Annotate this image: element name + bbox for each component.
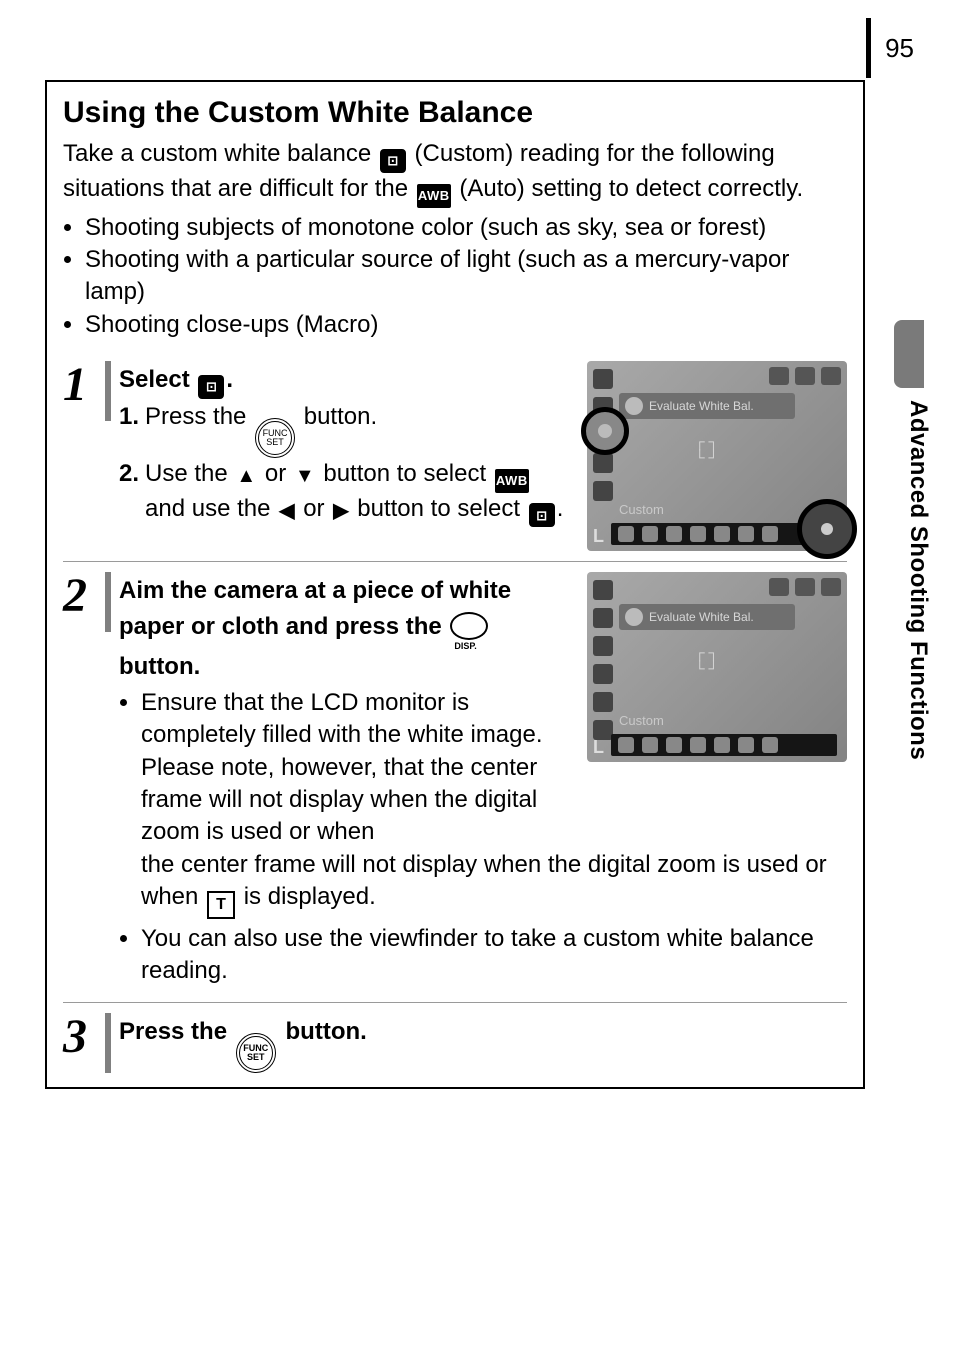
funcset-bottom: SET bbox=[266, 438, 284, 447]
thumb-frame-marks: ┌ ┐ └ ┘ bbox=[695, 433, 719, 465]
thumb-left-icons bbox=[593, 580, 613, 754]
s2b1-a: Ensure that the LCD monitor is completel… bbox=[141, 689, 543, 846]
s1s2-c: button to select bbox=[323, 460, 492, 487]
thumb-title: Evaluate White Bal. bbox=[649, 610, 754, 624]
s1s2-d: and use the bbox=[145, 495, 277, 522]
intro-text: Take a custom white balance ⊡ (Custom) r… bbox=[63, 138, 847, 208]
intro-bullet: Shooting close-ups (Macro) bbox=[85, 309, 847, 341]
step-1: 1 Select ⊡. 1. Press the FUNC bbox=[63, 351, 847, 562]
custom-wb-icon: ⊡ bbox=[529, 503, 555, 527]
s1s2-e: or bbox=[303, 495, 331, 522]
step1-sub1-post: button. bbox=[304, 403, 377, 430]
thumb-left-icons bbox=[593, 369, 613, 543]
up-arrow-icon: ▲ bbox=[236, 463, 256, 490]
thumb-caption: Custom bbox=[619, 502, 664, 517]
thumb-title-row: Evaluate White Bal. bbox=[619, 604, 795, 630]
disp-button-icon: DISP. bbox=[450, 612, 486, 648]
thumb-top-right-icons bbox=[769, 578, 841, 596]
step-1-title-a: Select bbox=[119, 366, 196, 393]
s1s2-g: . bbox=[557, 495, 564, 522]
step-2-number: 2 bbox=[63, 572, 111, 632]
down-arrow-icon: ▼ bbox=[295, 463, 315, 490]
func-set-button-icon: FUNC SET bbox=[236, 1033, 276, 1073]
thumb-bottom-row bbox=[611, 734, 837, 756]
step-2: 2 Aim the camera at a piece of white pap… bbox=[63, 562, 847, 1003]
thumb-mode-icon bbox=[625, 608, 643, 626]
page-number-area: 95 bbox=[866, 18, 914, 78]
step-2-bullet-1-part: Ensure that the LCD monitor is completel… bbox=[141, 687, 573, 849]
step-2-bullet-1-cont: the center frame will not display when t… bbox=[119, 849, 847, 919]
custom-wb-icon: ⊡ bbox=[198, 375, 224, 399]
T-icon: T bbox=[207, 891, 235, 919]
step-1-screenshot: Evaluate White Bal. ┌ ┐ └ ┘ Custom L bbox=[587, 361, 847, 551]
s1s2-a: Use the bbox=[145, 460, 234, 487]
thumb-mode-icon bbox=[625, 397, 643, 415]
funcset-bottom: SET bbox=[247, 1053, 265, 1062]
step-1-sub-2: 2. Use the ▲ or ▼ button to select AWB a… bbox=[119, 458, 573, 528]
thumb-highlight-left bbox=[581, 407, 629, 455]
thumb-title: Evaluate White Bal. bbox=[649, 399, 754, 413]
thumb-caption: Custom bbox=[619, 713, 664, 728]
intro-bullet: Shooting with a particular source of lig… bbox=[85, 244, 847, 309]
thumb-top-right-icons bbox=[769, 367, 841, 385]
right-arrow-icon: ▶ bbox=[333, 498, 348, 525]
thumb-highlight-right bbox=[797, 499, 857, 559]
intro-a: Take a custom white balance bbox=[63, 140, 378, 167]
s1s2-f: button to select bbox=[357, 495, 526, 522]
step-2-bullets-cont: the center frame will not display when t… bbox=[119, 849, 847, 988]
s2b1-b: is displayed. bbox=[244, 883, 376, 910]
step-3-number: 3 bbox=[63, 1013, 111, 1073]
step1-sub1-pre: Press the bbox=[145, 403, 253, 430]
step-3: 3 Press the FUNC SET button. bbox=[63, 1003, 847, 1075]
step3-title-a: Press the bbox=[119, 1018, 234, 1045]
intro-c: (Auto) setting to detect correctly. bbox=[459, 175, 803, 202]
step-1-sub-1: 1. Press the FUNC SET button. bbox=[119, 401, 573, 458]
thumb-L-mark: L bbox=[593, 526, 604, 547]
step-1-number: 1 bbox=[63, 361, 111, 421]
s1s2-b: or bbox=[265, 460, 293, 487]
step-1-title: Select ⊡. bbox=[119, 361, 573, 399]
section-heading: Using the Custom White Balance bbox=[63, 96, 847, 130]
step-2-screenshot: Evaluate White Bal. ┌ ┐ └ ┘ Custom L bbox=[587, 572, 847, 762]
custom-wb-icon: ⊡ bbox=[380, 149, 406, 173]
thumb-L-mark: L bbox=[593, 737, 604, 758]
thumb-title-row: Evaluate White Bal. bbox=[619, 393, 795, 419]
step-2-title: Aim the camera at a piece of white paper… bbox=[119, 572, 573, 683]
side-tab: Advanced Shooting Functions bbox=[866, 320, 934, 820]
side-tab-handle bbox=[894, 320, 924, 388]
awb-icon: AWB bbox=[417, 184, 451, 208]
step-3-title: Press the FUNC SET button. bbox=[119, 1013, 847, 1073]
disp-label: DISP. bbox=[454, 641, 476, 652]
page-number: 95 bbox=[885, 33, 914, 64]
step-2-bullets: Ensure that the LCD monitor is completel… bbox=[119, 687, 573, 849]
step-2-bullet-2: You can also use the viewfinder to take … bbox=[141, 923, 847, 988]
intro-bullets: Shooting subjects of monotone color (suc… bbox=[63, 212, 847, 342]
intro-bullet: Shooting subjects of monotone color (suc… bbox=[85, 212, 847, 244]
func-set-button-icon: FUNC SET bbox=[255, 418, 295, 458]
step3-title-b: button. bbox=[286, 1018, 367, 1045]
thumb-frame-marks: ┌ ┐ └ ┘ bbox=[695, 644, 719, 676]
step2-title-b: button. bbox=[119, 653, 200, 680]
awb-icon: AWB bbox=[495, 469, 529, 493]
step-1-title-b: . bbox=[226, 366, 233, 393]
content-box: Using the Custom White Balance Take a cu… bbox=[45, 80, 865, 1089]
side-tab-label: Advanced Shooting Functions bbox=[904, 400, 932, 760]
left-arrow-icon: ◀ bbox=[279, 498, 294, 525]
page-number-bar bbox=[866, 18, 871, 78]
step-1-substeps: 1. Press the FUNC SET button. bbox=[119, 401, 573, 528]
